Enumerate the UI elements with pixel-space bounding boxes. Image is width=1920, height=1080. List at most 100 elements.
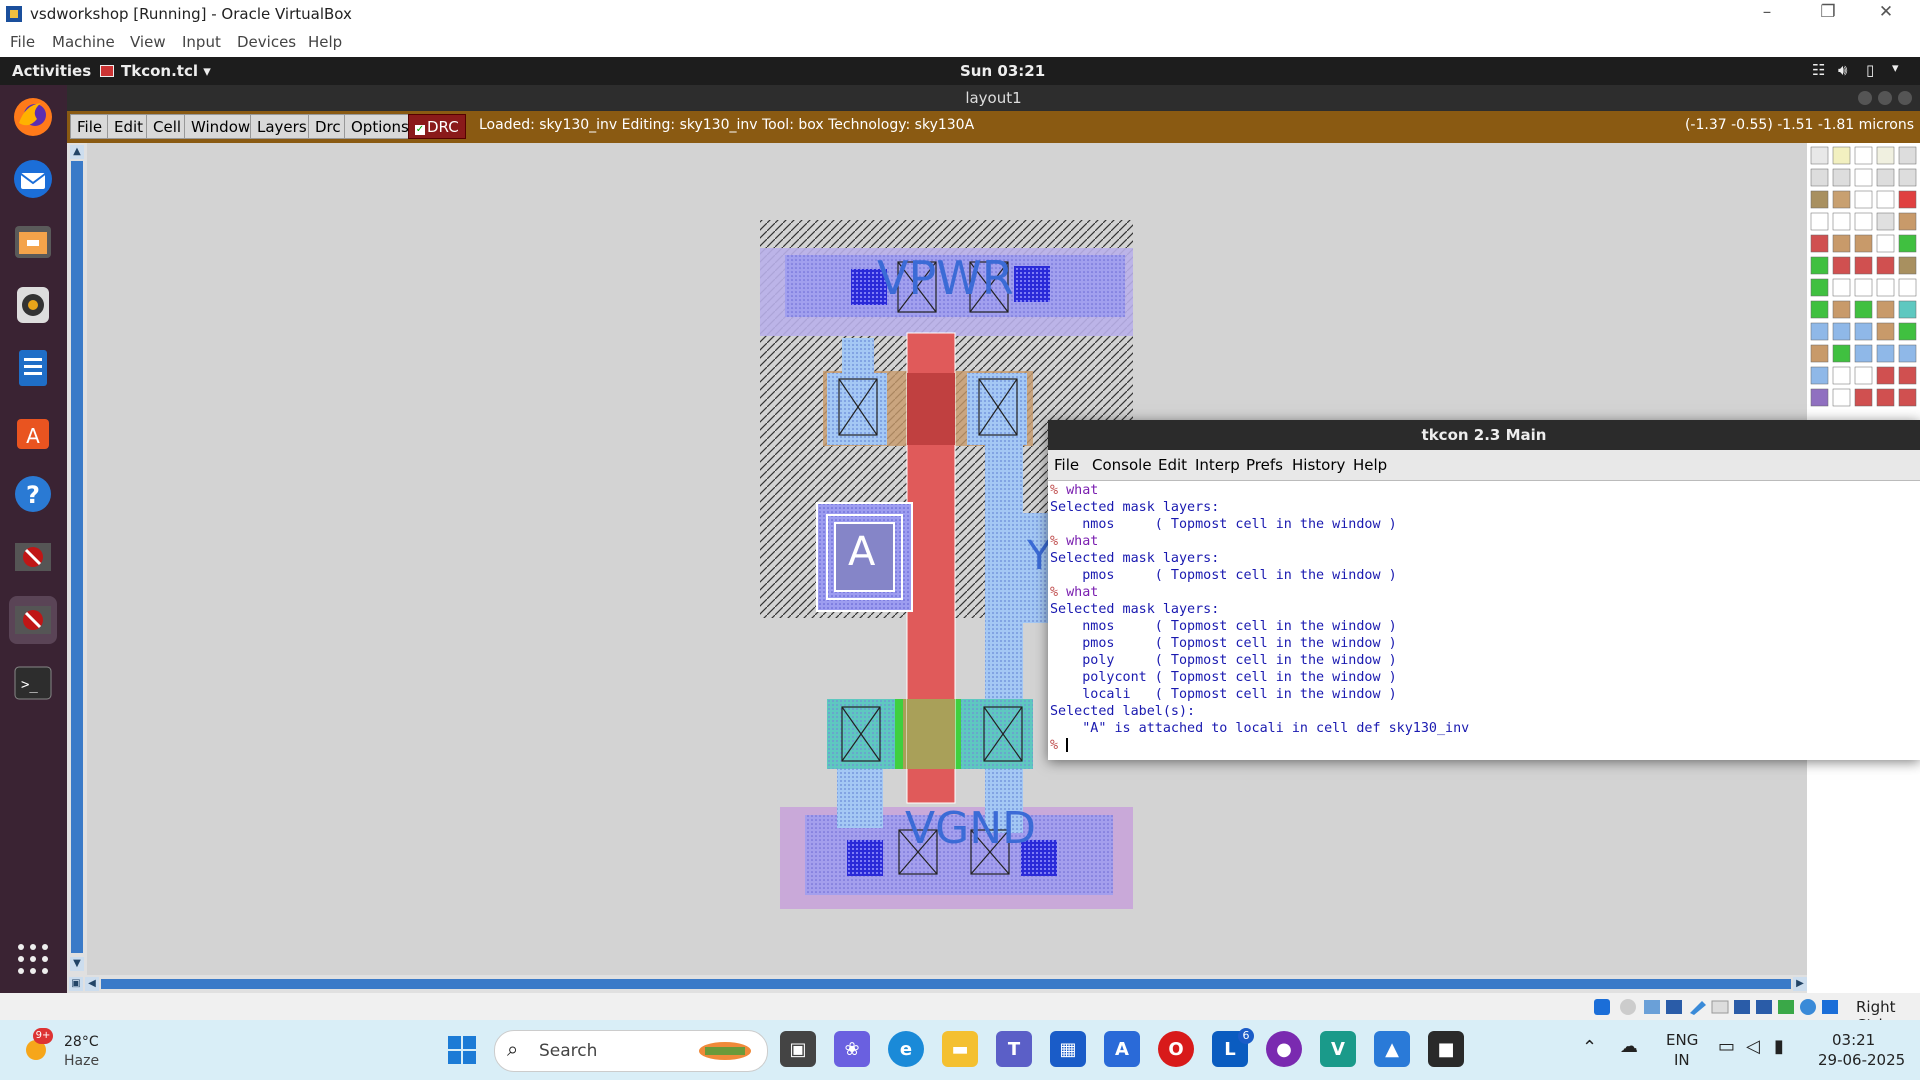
- console-output: polycont ( Topmost cell in the window ): [1050, 670, 1397, 685]
- app-grid-icon[interactable]: [9, 935, 57, 983]
- taskbar-date[interactable]: 29-06-2025: [1818, 1051, 1905, 1069]
- onedrive-icon[interactable]: ☁: [1620, 1036, 1638, 1057]
- virtualbox-status-bar: Right Ctrl: [0, 993, 1920, 1034]
- magic-menu-options[interactable]: Options: [344, 114, 416, 139]
- photos-icon[interactable]: ▲: [1374, 1031, 1410, 1067]
- menu-devices[interactable]: Devices: [237, 33, 296, 51]
- svg-text:?: ?: [26, 481, 40, 509]
- magic-menu-drc[interactable]: Drc: [308, 114, 348, 139]
- scroll-down-icon[interactable]: ▼: [70, 957, 84, 971]
- magic-menu-layers[interactable]: Layers: [250, 114, 314, 139]
- console-command: what: [1066, 483, 1099, 498]
- volume-icon[interactable]: 🔊︎: [1838, 61, 1847, 79]
- app-menu[interactable]: Tkcon.tcl ▾: [121, 62, 211, 80]
- tkcon-menu-console[interactable]: Console: [1092, 456, 1152, 474]
- tkcon-menu-prefs[interactable]: Prefs: [1246, 456, 1283, 474]
- input-a-label: A: [848, 529, 876, 575]
- horizontal-scroll-thumb[interactable]: [101, 979, 1791, 989]
- magic-menu-cell[interactable]: Cell: [146, 114, 189, 139]
- system-menu-chevron-icon[interactable]: ▾: [1892, 61, 1899, 76]
- restore-button[interactable]: ❐: [1808, 2, 1848, 22]
- files-icon[interactable]: [9, 218, 57, 266]
- vertical-scrollbar[interactable]: ▲ ▼: [67, 143, 87, 975]
- menu-help[interactable]: Help: [308, 33, 342, 51]
- layer-palette[interactable]: [1807, 143, 1920, 418]
- help-icon[interactable]: ?: [9, 470, 57, 518]
- display-icon[interactable]: ▭: [1718, 1036, 1735, 1057]
- virtualbox-title-bar: vsdworkshop [Running] - Oracle VirtualBo…: [0, 0, 1920, 28]
- search-box[interactable]: ⌕ Search: [494, 1030, 768, 1072]
- taskbar-time[interactable]: 03:21: [1832, 1031, 1875, 1049]
- menu-file[interactable]: File: [10, 33, 35, 51]
- tkcon-menu-interp[interactable]: Interp: [1195, 456, 1240, 474]
- vm-device-icons[interactable]: [1592, 997, 1842, 1017]
- microsoft-store-icon[interactable]: ▦: [1050, 1031, 1086, 1067]
- language-bottom[interactable]: IN: [1674, 1051, 1690, 1069]
- file-explorer-icon[interactable]: ▬: [942, 1031, 978, 1067]
- battery-icon[interactable]: ▯: [1866, 61, 1874, 79]
- language-top[interactable]: ENG: [1666, 1031, 1698, 1049]
- tkcon-menu-help[interactable]: Help: [1353, 456, 1387, 474]
- tkcon-console-output[interactable]: % what Selected mask layers: nmos ( Topmo…: [1050, 482, 1916, 757]
- speaker-icon[interactable]: ◁: [1746, 1036, 1760, 1057]
- autocad-icon[interactable]: A: [1104, 1031, 1140, 1067]
- console-output: Selected label(s):: [1050, 704, 1196, 719]
- task-view-icon[interactable]: ▣: [780, 1031, 816, 1067]
- console-output: Selected mask layers:: [1050, 551, 1220, 566]
- software-icon[interactable]: A: [9, 407, 57, 455]
- github-icon[interactable]: ●: [1266, 1031, 1302, 1067]
- svg-text:>_: >_: [21, 677, 38, 693]
- magic-menu-window[interactable]: Window: [184, 114, 258, 139]
- tray-overflow-chevron-icon[interactable]: ⌃: [1582, 1037, 1597, 1058]
- close-button[interactable]: ✕: [1866, 2, 1906, 22]
- tkcon-menu-edit[interactable]: Edit: [1158, 456, 1187, 474]
- console-command: what: [1066, 585, 1099, 600]
- magic-status-text: Loaded: sky130_inv Editing: sky130_inv T…: [479, 117, 975, 133]
- clock[interactable]: Sun 03:21: [960, 62, 1045, 80]
- magic-menu-edit[interactable]: Edit: [107, 114, 151, 139]
- minimize-button[interactable]: –: [1747, 2, 1787, 22]
- console-line: locali ( Topmost cell in the window ): [1050, 686, 1916, 703]
- console-line: Selected mask layers:: [1050, 550, 1916, 567]
- magic-icon[interactable]: [9, 533, 57, 581]
- zoom-box-icon[interactable]: ▣: [69, 977, 83, 991]
- console-line: "A" is attached to locali in cell def sk…: [1050, 720, 1916, 737]
- scroll-right-icon[interactable]: ▶: [1793, 977, 1807, 991]
- vscode-icon[interactable]: V: [1320, 1031, 1356, 1067]
- thunderbird-icon[interactable]: [9, 155, 57, 203]
- tkcon-menu-file[interactable]: File: [1054, 456, 1079, 474]
- opera-icon[interactable]: O: [1158, 1031, 1194, 1067]
- vertical-scroll-thumb[interactable]: [71, 161, 83, 953]
- terminal-icon[interactable]: >_: [9, 659, 57, 707]
- network-icon[interactable]: ☷: [1812, 61, 1825, 79]
- layer-swatches[interactable]: [1807, 143, 1920, 418]
- weather-widget[interactable]: 9+ 28°C Haze: [22, 1028, 112, 1072]
- tkcon-title: tkcon 2.3 Main: [1048, 420, 1920, 450]
- menu-input[interactable]: Input: [182, 33, 221, 51]
- scroll-left-icon[interactable]: ◀: [85, 977, 99, 991]
- windows-taskbar: 9+ 28°C Haze ⌕ Search ▣ ❀ e ▬ T ▦ A O L …: [0, 1020, 1920, 1080]
- virtualbox-menu-bar: File Machine View Input Devices Help: [0, 28, 1920, 58]
- writer-icon[interactable]: [9, 344, 57, 392]
- virtualbox-taskbar-icon[interactable]: ■: [1428, 1031, 1464, 1067]
- activities-button[interactable]: Activities: [12, 62, 91, 80]
- horizontal-scrollbar[interactable]: ▣ ◀ ▶: [67, 975, 1807, 993]
- console-line: nmos ( Topmost cell in the window ): [1050, 516, 1916, 533]
- windows-start-icon[interactable]: [446, 1034, 478, 1066]
- menu-view[interactable]: View: [130, 33, 166, 51]
- rhythmbox-icon[interactable]: [9, 281, 57, 329]
- ubuntu-dock: A ? >_: [0, 85, 67, 1020]
- scroll-up-icon[interactable]: ▲: [70, 145, 84, 159]
- tkcon-menu-history[interactable]: History: [1292, 456, 1345, 474]
- teams-icon[interactable]: T: [996, 1031, 1032, 1067]
- menu-machine[interactable]: Machine: [52, 33, 115, 51]
- drc-toggle[interactable]: ✓ DRC: [408, 114, 466, 139]
- console-prompt: %: [1050, 534, 1067, 549]
- magic-icon-2[interactable]: [9, 596, 57, 644]
- magic-menu-file[interactable]: File: [70, 114, 110, 139]
- edge-icon[interactable]: e: [888, 1031, 924, 1067]
- copilot-icon[interactable]: ❀: [834, 1031, 870, 1067]
- battery-tray-icon[interactable]: ▮: [1774, 1036, 1784, 1057]
- magic-window-controls[interactable]: [1858, 90, 1914, 106]
- firefox-icon[interactable]: [9, 93, 57, 141]
